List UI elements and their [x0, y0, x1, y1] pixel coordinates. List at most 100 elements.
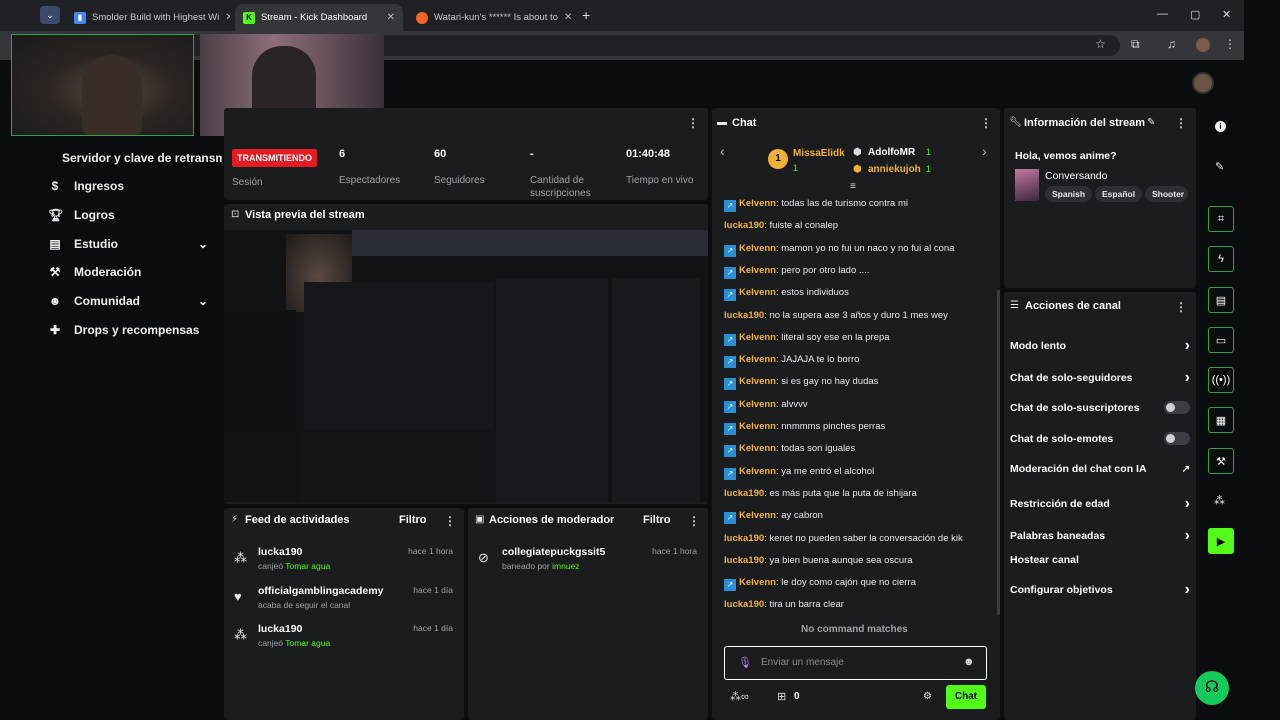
- sidebar-item-drops[interactable]: ✚ Drops y recompensas: [48, 323, 199, 337]
- minimize-icon[interactable]: —: [1157, 8, 1168, 20]
- mod-menu-icon[interactable]: ⋮: [688, 514, 700, 528]
- stream-info-menu-icon[interactable]: ⋮: [1175, 116, 1187, 130]
- sidebar-item-logros[interactable]: 🏆︎ Logros: [48, 208, 115, 222]
- rail-wrench-button[interactable]: ⚒: [1208, 448, 1234, 474]
- tag-pill[interactable]: Shooter: [1145, 186, 1188, 202]
- mic-icon[interactable]: 🎙︎: [738, 656, 752, 669]
- chat-username[interactable]: lucka190: [724, 599, 764, 610]
- tab-search-icon[interactable]: ⌄: [40, 6, 60, 24]
- browser-tab-3[interactable]: Watari-kun's ****** Is about to ✕: [408, 4, 576, 31]
- tag-pill[interactable]: Spanish: [1045, 186, 1093, 202]
- chat-username[interactable]: Kelvenn: [739, 443, 776, 454]
- chat-username[interactable]: Kelvenn: [739, 243, 776, 254]
- mod-filter-button[interactable]: Filtro: [643, 514, 671, 526]
- sidebar-item-comunidad[interactable]: ☻ Comunidad ⌄: [48, 294, 208, 308]
- chat-settings-badge-icon[interactable]: ⁂∞: [730, 690, 749, 703]
- community-icon: ☻: [48, 294, 62, 308]
- chat-username[interactable]: Kelvenn: [739, 332, 776, 343]
- close-tab-icon[interactable]: ✕: [387, 12, 395, 23]
- chat-username[interactable]: Kelvenn: [739, 577, 776, 588]
- chat-username[interactable]: Kelvenn: [739, 466, 776, 477]
- new-tab-button[interactable]: +: [582, 7, 590, 23]
- edit-pencil-icon[interactable]: ✎: [1147, 117, 1155, 128]
- profile-avatar[interactable]: [1196, 38, 1210, 52]
- channel-action-row[interactable]: Palabras baneadas ›: [1010, 527, 1190, 545]
- leader-name[interactable]: AdolfoMR: [868, 147, 915, 158]
- toggle-switch[interactable]: [1164, 432, 1190, 445]
- browser-menu-icon[interactable]: ⋮: [1224, 37, 1236, 51]
- rail-active-button[interactable]: ▶: [1208, 528, 1234, 554]
- chat-menu-icon[interactable]: ⋮: [980, 116, 992, 130]
- sidebar-item-estudio[interactable]: ▤ Estudio ⌄: [48, 237, 208, 251]
- chat-username[interactable]: lucka190: [724, 220, 764, 231]
- extensions-icon[interactable]: ⧉: [1131, 37, 1140, 52]
- feed-username[interactable]: officialgamblingacademy: [258, 585, 383, 597]
- channel-action-row[interactable]: Modo lento ›: [1010, 337, 1190, 355]
- maximize-icon[interactable]: ▢: [1190, 8, 1200, 21]
- channel-actions-menu-icon[interactable]: ⋮: [1175, 300, 1187, 314]
- bookmark-star-icon[interactable]: ☆: [1095, 37, 1106, 51]
- close-tab-icon[interactable]: ✕: [564, 12, 572, 23]
- sidebar-item-ingresos[interactable]: $ Ingresos: [48, 179, 124, 193]
- emote-icon[interactable]: ☻: [963, 656, 975, 668]
- collapse-icon[interactable]: ≡: [850, 181, 856, 192]
- chat-username[interactable]: lucka190: [724, 488, 764, 499]
- server-key-link[interactable]: Servidor y clave de retransm: [62, 151, 222, 165]
- activity-menu-icon[interactable]: ⋮: [444, 514, 456, 528]
- mod-username[interactable]: collegiatepuckgssit5: [502, 546, 605, 558]
- rail-screenshot-button[interactable]: ⌗: [1208, 206, 1234, 232]
- browser-tab-2[interactable]: K Stream - Kick Dashboard ✕: [235, 4, 403, 31]
- channel-action-row[interactable]: Chat de solo-seguidores ›: [1010, 369, 1190, 387]
- chat-username[interactable]: Kelvenn: [739, 510, 776, 521]
- sidebar-item-label: Moderación: [74, 265, 142, 279]
- pencil-tool-icon[interactable]: ✎: [1215, 160, 1224, 173]
- info-icon[interactable]: i: [1215, 121, 1226, 132]
- chat-input-placeholder[interactable]: Enviar un mensaje: [761, 657, 844, 668]
- chat-username[interactable]: lucka190: [724, 555, 764, 566]
- chat-scrollbar[interactable]: [997, 290, 1000, 615]
- channel-action-row[interactable]: Restricción de edad ›: [1010, 495, 1190, 513]
- chat-username[interactable]: lucka190: [724, 533, 764, 544]
- chat-username[interactable]: Kelvenn: [739, 421, 776, 432]
- chat-username[interactable]: lucka190: [724, 310, 764, 321]
- chevron-right-icon[interactable]: ›: [982, 143, 987, 159]
- chat-username[interactable]: Kelvenn: [739, 265, 776, 276]
- chat-username[interactable]: Kelvenn: [739, 376, 776, 387]
- activity-filter-button[interactable]: Filtro: [399, 514, 427, 526]
- session-menu-icon[interactable]: ⋮: [687, 116, 699, 130]
- rail-chat-button[interactable]: ▭: [1208, 327, 1234, 353]
- chat-username[interactable]: Kelvenn: [739, 354, 776, 365]
- rail-lightning-button[interactable]: ϟ: [1208, 246, 1234, 272]
- send-chat-button[interactable]: Chat: [946, 685, 986, 709]
- feed-item: ⁂ lucka190 canjeó Tomar agua hace 1 día: [232, 623, 457, 661]
- chevron-left-icon[interactable]: ‹: [720, 143, 725, 159]
- community-icon[interactable]: ⁂: [1214, 494, 1225, 507]
- close-tab-icon[interactable]: ✕: [225, 12, 230, 23]
- media-icon[interactable]: ♫: [1167, 37, 1176, 51]
- channel-action-row[interactable]: Chat de solo-suscriptores: [1010, 401, 1190, 414]
- rail-layout-button[interactable]: ▦: [1208, 407, 1234, 433]
- channel-action-row[interactable]: Moderación del chat con IA ↗: [1010, 463, 1190, 475]
- channel-action-row[interactable]: Configurar objetivos ›: [1010, 581, 1190, 599]
- channel-action-row[interactable]: Chat de solo-emotes: [1010, 432, 1190, 445]
- rail-broadcast-button[interactable]: ((•)): [1208, 367, 1234, 393]
- browser-tab-1[interactable]: ▮ Smolder Build with Highest Wi ✕: [66, 4, 230, 31]
- category-name[interactable]: Conversando: [1045, 170, 1107, 182]
- chat-username[interactable]: Kelvenn: [739, 287, 776, 298]
- toggle-switch[interactable]: [1164, 401, 1190, 414]
- sidebar-item-moderacion[interactable]: ⚒ Moderación: [48, 265, 142, 279]
- tag-pill[interactable]: Español: [1095, 186, 1143, 202]
- user-avatar[interactable]: [1192, 72, 1214, 94]
- gear-icon[interactable]: ⚙: [923, 691, 932, 702]
- chat-username[interactable]: Kelvenn: [739, 198, 776, 209]
- stream-preview-video[interactable]: [224, 230, 708, 502]
- chat-username[interactable]: Kelvenn: [739, 399, 776, 410]
- channel-action-row[interactable]: Hostear canal: [1010, 554, 1190, 566]
- rail-notes-button[interactable]: ▤: [1208, 287, 1234, 313]
- leader-name[interactable]: anniekujoh: [868, 164, 921, 175]
- close-window-icon[interactable]: ✕: [1222, 8, 1231, 21]
- feed-username[interactable]: lucka190: [258, 546, 302, 558]
- feed-username[interactable]: lucka190: [258, 623, 302, 635]
- leader-name[interactable]: MissaElidk: [793, 148, 845, 159]
- support-chat-button[interactable]: ☊: [1195, 671, 1229, 705]
